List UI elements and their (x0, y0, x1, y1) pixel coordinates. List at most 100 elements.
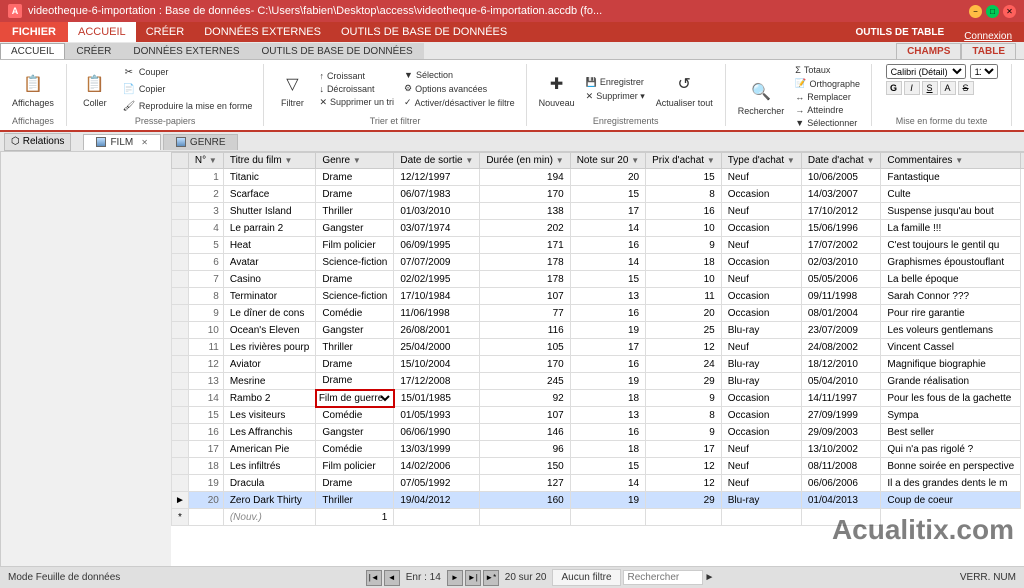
rechercher-button[interactable]: 🔍 Rechercher (734, 76, 789, 118)
row-note[interactable]: 19 (570, 322, 645, 339)
row-date-sortie[interactable]: 03/07/1974 (394, 220, 480, 237)
orthographe-button[interactable]: 📝Orthographe (792, 77, 863, 90)
row-note[interactable]: 13 (570, 288, 645, 305)
row-prix[interactable]: 11 (646, 288, 722, 305)
table-row[interactable]: 2ScarfaceDrame06/07/1983170158Occasion14… (172, 186, 1024, 203)
row-date-achat[interactable]: 15/06/1996 (801, 220, 881, 237)
strikethrough-button[interactable]: S (958, 81, 974, 95)
row-commentaire[interactable]: Coup de coeur (881, 492, 1021, 509)
row-duree[interactable]: 116 (480, 322, 570, 339)
row-date-achat[interactable]: 23/07/2009 (801, 322, 881, 339)
row-prix[interactable]: 9 (646, 390, 722, 407)
connexion-link[interactable]: Connexion (956, 31, 1020, 42)
row-duree[interactable]: 105 (480, 339, 570, 356)
row-duree[interactable]: 146 (480, 424, 570, 441)
row-type-achat[interactable]: Occasion (721, 288, 801, 305)
row-commentaire[interactable]: Suspense jusqu'au bout (881, 203, 1021, 220)
row-titre[interactable]: Les rivières pourp (223, 339, 315, 356)
row-commentaire[interactable]: Qui n'a pas rigolé ? (881, 441, 1021, 458)
row-genre[interactable]: Drame (316, 186, 394, 203)
row-commentaire[interactable]: Les voleurs gentlemans (881, 322, 1021, 339)
row-note[interactable]: 16 (570, 305, 645, 322)
row-commentaire[interactable]: Grande réalisation (881, 373, 1021, 390)
row-commentaire[interactable]: Sympa (881, 407, 1021, 424)
row-type-achat[interactable]: Neuf (721, 339, 801, 356)
actualiser-button[interactable]: ↺ Actualiser tout (652, 68, 717, 110)
ribbon-tab-accueil[interactable]: ACCUEIL (0, 43, 65, 59)
row-date-sortie[interactable]: 15/10/2004 (394, 356, 480, 373)
row-date-achat[interactable]: 09/11/1998 (801, 288, 881, 305)
table-row[interactable]: 16Les AffranchisGangster06/06/1990146169… (172, 424, 1024, 441)
row-genre[interactable]: Thriller (316, 203, 394, 220)
row-prix[interactable]: 20 (646, 305, 722, 322)
copier-button[interactable]: 📄Copier (119, 81, 256, 97)
row-type-achat[interactable]: Blu-ray (721, 373, 801, 390)
genre-dropdown[interactable]: ▼ (379, 391, 393, 406)
row-titre[interactable]: Dracula (223, 475, 315, 492)
row-date-achat[interactable]: 05/05/2006 (801, 271, 881, 288)
row-genre[interactable]: Drame (316, 169, 394, 186)
row-note[interactable]: 13 (570, 407, 645, 424)
row-genre[interactable]: Gangster (316, 220, 394, 237)
table-row[interactable]: 15Les visiteursComédie01/05/1993107138Oc… (172, 407, 1024, 424)
row-type-achat[interactable]: Neuf (721, 237, 801, 254)
supprimer-tri-button[interactable]: ✕Supprimer un tri (316, 96, 397, 109)
row-type-achat[interactable]: Occasion (721, 305, 801, 322)
row-genre[interactable]: Drame (316, 475, 394, 492)
row-date-sortie[interactable]: 01/03/2010 (394, 203, 480, 220)
row-note[interactable]: 15 (570, 186, 645, 203)
table-row[interactable]: 3Shutter IslandThriller01/03/20101381716… (172, 203, 1024, 220)
row-genre[interactable]: Comédie (316, 305, 394, 322)
minimize-button[interactable]: − (969, 5, 982, 18)
row-titre[interactable]: Terminator (223, 288, 315, 305)
row-date-sortie[interactable]: 17/10/1984 (394, 288, 480, 305)
column-header-n°[interactable]: N° ▼ (188, 153, 223, 169)
column-header-prix-d'achat[interactable]: Prix d'achat ▼ (646, 153, 722, 169)
table-row[interactable]: 12AviatorDrame15/10/20041701624Blu-ray18… (172, 356, 1024, 373)
row-genre[interactable]: Film policier (316, 458, 394, 475)
row-prix[interactable]: 15 (646, 169, 722, 186)
table-row[interactable]: 10Ocean's ElevenGangster26/08/2001116192… (172, 322, 1024, 339)
row-date-achat[interactable]: 05/04/2010 (801, 373, 881, 390)
supprimer-button[interactable]: ✕Supprimer ▾ (583, 90, 648, 103)
row-duree[interactable]: 127 (480, 475, 570, 492)
row-prix[interactable]: 8 (646, 186, 722, 203)
color-button[interactable]: A (940, 81, 956, 95)
row-date-achat[interactable]: 24/08/2002 (801, 339, 881, 356)
row-date-sortie[interactable]: 15/01/1985 (394, 390, 480, 407)
row-type-achat[interactable]: Occasion (721, 390, 801, 407)
row-date-sortie[interactable]: 14/02/2006 (394, 458, 480, 475)
new-record-button[interactable]: ►* (483, 570, 499, 586)
table-row[interactable]: ►20Zero Dark ThirtyThriller19/04/2012160… (172, 492, 1024, 509)
row-note[interactable]: 16 (570, 356, 645, 373)
row-note[interactable]: 15 (570, 271, 645, 288)
row-prix[interactable]: 9 (646, 424, 722, 441)
scroll-right-icon[interactable]: ► (705, 572, 715, 583)
enregistrer-button[interactable]: 💾Enregistrer (583, 76, 648, 89)
row-date-sortie[interactable]: 01/05/1993 (394, 407, 480, 424)
row-type-achat[interactable]: Neuf (721, 475, 801, 492)
row-genre[interactable]: Drame (316, 271, 394, 288)
underline-button[interactable]: S (922, 81, 938, 95)
row-note[interactable]: 18 (570, 441, 645, 458)
row-type-achat[interactable]: Neuf (721, 169, 801, 186)
row-note[interactable]: 16 (570, 237, 645, 254)
row-type-achat[interactable]: Neuf (721, 441, 801, 458)
menu-item-créer[interactable]: CRÉER (136, 22, 195, 42)
row-commentaire[interactable]: Graphismes époustouflant (881, 254, 1021, 271)
column-header-titre-du-film[interactable]: Titre du film ▼ (223, 153, 315, 169)
table-row[interactable]: 6AvatarScience-fiction07/07/20091781418O… (172, 254, 1024, 271)
row-titre[interactable]: Le dîner de cons (223, 305, 315, 322)
row-prix[interactable]: 8 (646, 407, 722, 424)
row-date-sortie[interactable]: 06/06/1990 (394, 424, 480, 441)
row-genre[interactable]: Comédie (316, 407, 394, 424)
row-note[interactable]: 15 (570, 458, 645, 475)
column-header-date-de-sortie[interactable]: Date de sortie ▼ (394, 153, 480, 169)
table-row[interactable]: 7CasinoDrame02/02/19951781510Neuf05/05/2… (172, 271, 1024, 288)
row-date-sortie[interactable]: 11/06/1998 (394, 305, 480, 322)
row-type-achat[interactable]: Occasion (721, 407, 801, 424)
table-row[interactable]: 4Le parrain 2Gangster03/07/19742021410Oc… (172, 220, 1024, 237)
selection-button[interactable]: ▼Sélection (401, 69, 518, 81)
row-titre[interactable]: Aviator (223, 356, 315, 373)
nouveau-button[interactable]: ✚ Nouveau (535, 68, 579, 110)
